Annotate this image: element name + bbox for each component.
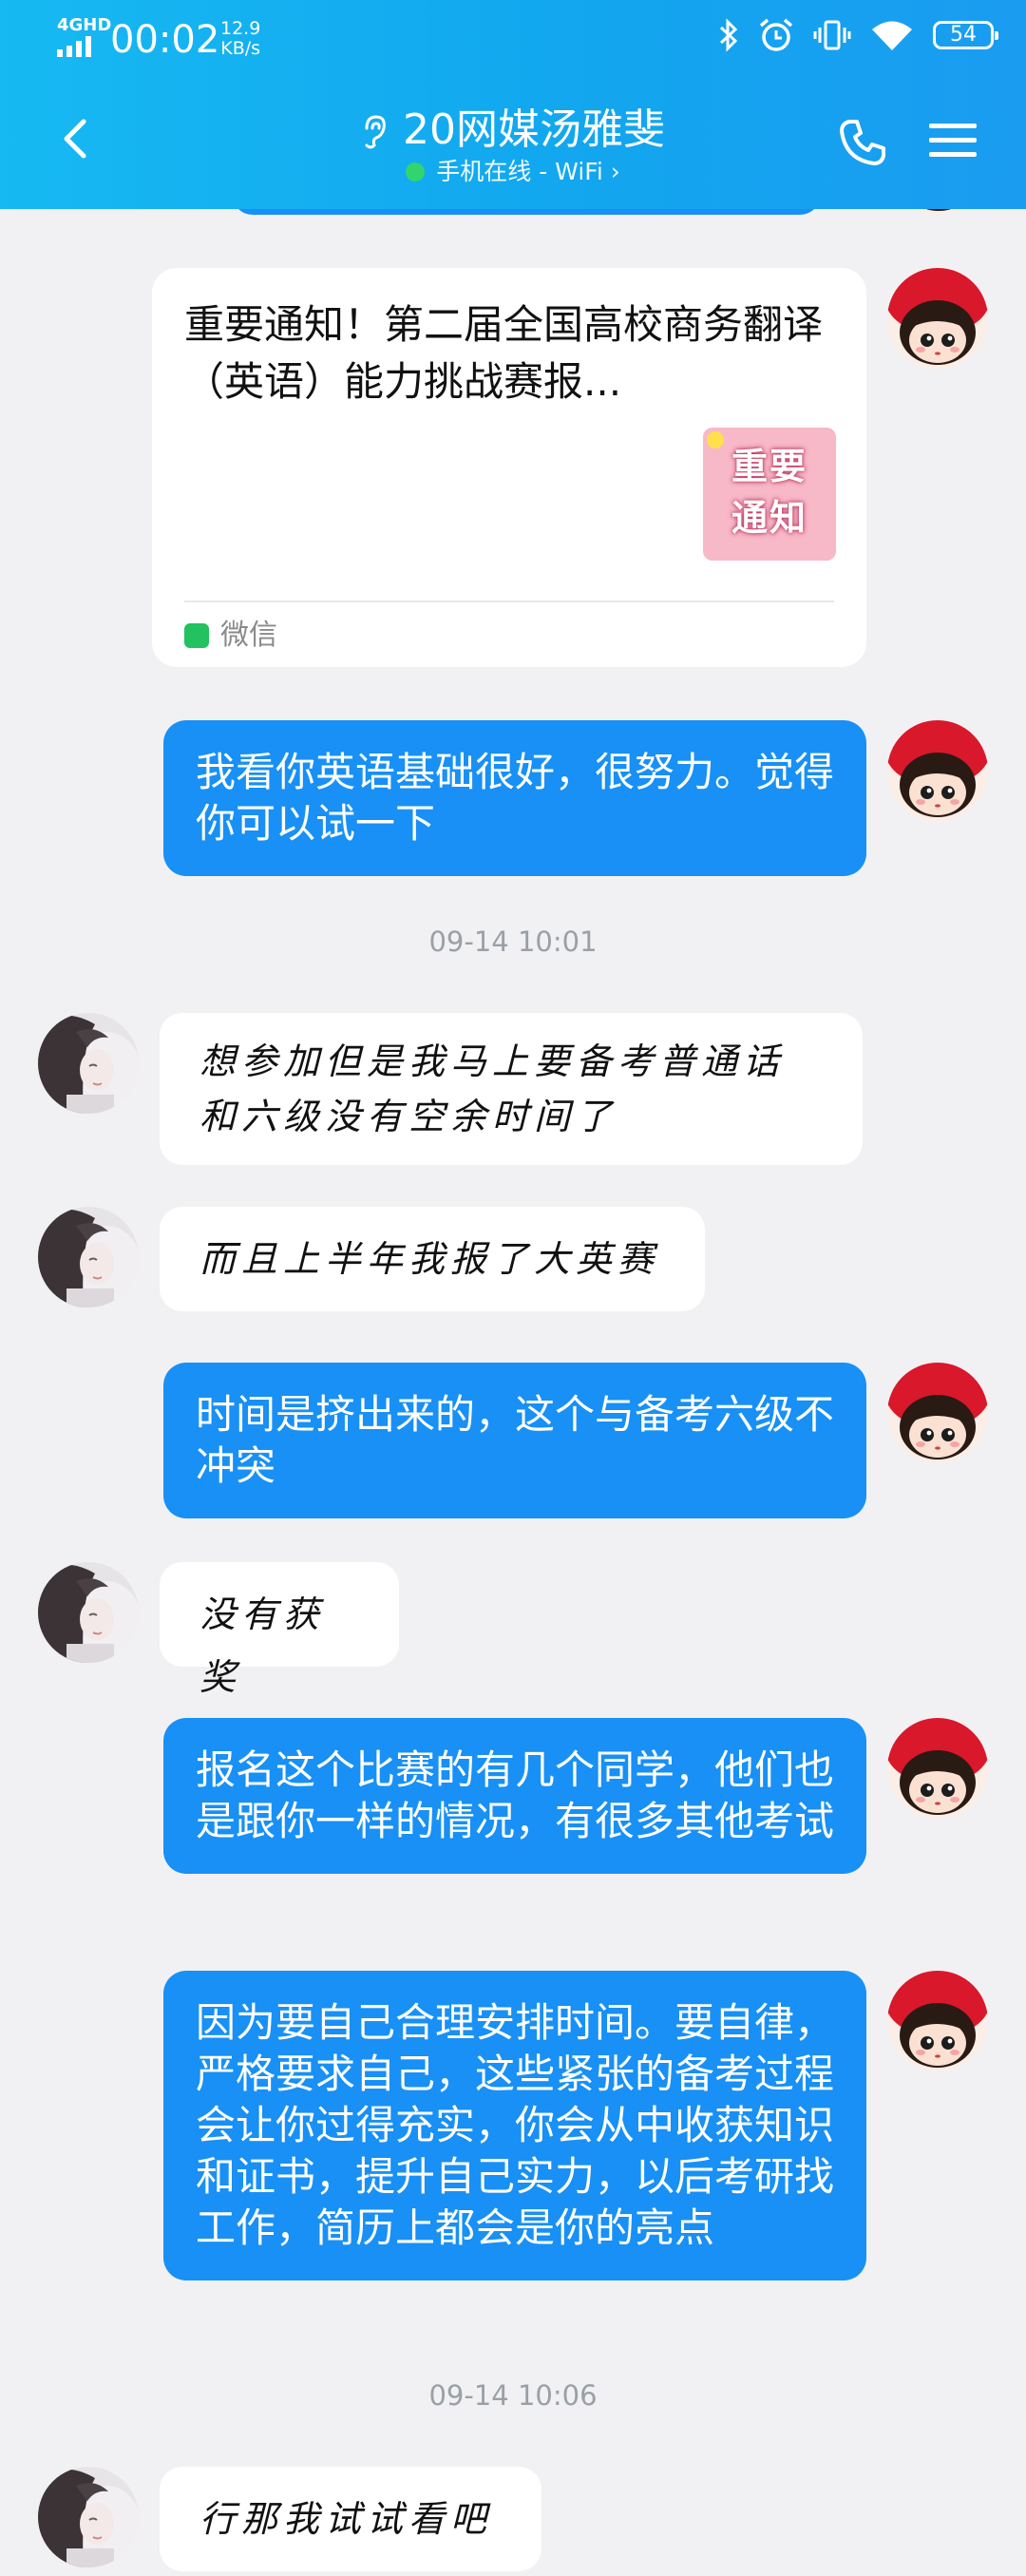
chat-header: 4GHD 00:02 12.9 KB/s 54 20网媒汤雅斐 手机在线 - W… bbox=[0, 0, 1026, 209]
message-bubble-outgoing[interactable]: 时间是挤出来的，这个与备考六级不冲突 bbox=[163, 1363, 866, 1518]
message-row: 我看你英语基础很好，很努力。觉得你可以试一下 bbox=[0, 720, 1026, 876]
message-bubble-outgoing[interactable]: 因为要自己合理安排时间。要自律，严格要求自己，这些紧张的备考过程会让你过得充实，… bbox=[163, 1971, 866, 2280]
message-row: 没有获奖 bbox=[0, 1562, 1026, 1698]
avatar[interactable] bbox=[887, 1971, 988, 2071]
wechat-icon bbox=[184, 623, 209, 648]
message-row: 时间是挤出来的，这个与备考六级不冲突 bbox=[0, 1363, 1026, 1518]
avatar[interactable] bbox=[38, 2467, 139, 2567]
message-row: 想参加但是我马上要备考普通话和六级没有空余时间了 bbox=[0, 1013, 1026, 1165]
bluetooth-icon bbox=[719, 18, 738, 52]
message-row: 重要通知！第二届全国高校商务翻译（英语）能力挑战赛报... 重要通知 微信 bbox=[0, 268, 1026, 671]
chevron-right-icon: › bbox=[610, 158, 620, 185]
message-bubble-incoming[interactable]: 行那我试试看吧 bbox=[160, 2467, 542, 2571]
avatar[interactable] bbox=[38, 1207, 139, 1307]
phone-call-icon[interactable] bbox=[836, 116, 889, 169]
avatar[interactable] bbox=[887, 1718, 988, 1819]
timestamp: 09-14 10:01 bbox=[428, 925, 598, 958]
status-bar: 4GHD 00:02 12.9 KB/s 54 bbox=[0, 0, 1026, 80]
avatar[interactable] bbox=[887, 268, 988, 369]
avatar[interactable] bbox=[38, 1013, 139, 1114]
card-thumbnail: 重要通知 bbox=[703, 428, 836, 561]
shared-article-card[interactable]: 重要通知！第二届全国高校商务翻译（英语）能力挑战赛报... 重要通知 微信 bbox=[152, 268, 866, 667]
wifi-icon bbox=[872, 21, 912, 50]
card-divider bbox=[184, 601, 834, 602]
sun-icon bbox=[707, 431, 724, 448]
avatar[interactable] bbox=[38, 1562, 139, 1663]
card-source: 微信 bbox=[184, 612, 277, 659]
message-row: 而且上半年我报了大英赛 bbox=[0, 1207, 1026, 1311]
message-row: 行那我试试看吧 bbox=[0, 2467, 1026, 2571]
menu-icon[interactable] bbox=[927, 118, 978, 163]
card-title: 重要通知！第二届全国高校商务翻译（英语）能力挑战赛报... bbox=[184, 301, 824, 405]
avatar[interactable] bbox=[887, 1363, 988, 1463]
signal-icon bbox=[57, 36, 91, 57]
message-bubble-incoming[interactable]: 没有获奖 bbox=[160, 1562, 399, 1698]
message-bubble-incoming[interactable]: 而且上半年我报了大英赛 bbox=[160, 1207, 705, 1311]
timestamp: 09-14 10:06 bbox=[428, 2379, 598, 2412]
message-bubble-incoming[interactable]: 想参加但是我马上要备考普通话和六级没有空余时间了 bbox=[160, 1013, 863, 1165]
message-row: 报名这个比赛的有几个同学，他们也是跟你一样的情况，有很多其他考试 bbox=[0, 1718, 1026, 1919]
message-bubble-outgoing[interactable]: 我看你英语基础很好，很努力。觉得你可以试一下 bbox=[163, 720, 866, 876]
status-icons: 54 bbox=[718, 17, 998, 53]
avatar[interactable] bbox=[887, 720, 988, 821]
battery-icon: 54 bbox=[933, 21, 998, 49]
vibrate-icon bbox=[813, 20, 851, 50]
message-bubble-outgoing[interactable]: 报名这个比赛的有几个同学，他们也是跟你一样的情况，有很多其他考试 bbox=[163, 1718, 866, 1874]
message-row: 因为要自己合理安排时间。要自律，严格要求自己，这些紧张的备考过程会让你过得充实，… bbox=[0, 1971, 1026, 2326]
online-dot-icon bbox=[406, 162, 426, 181]
network-type: 4GHD bbox=[57, 15, 112, 35]
nav-bar: 20网媒汤雅斐 手机在线 - WiFi › bbox=[0, 91, 1026, 205]
alarm-icon bbox=[759, 18, 793, 51]
network-speed: 12.9 KB/s bbox=[220, 18, 261, 59]
thumbnail-text: 重要通知 bbox=[731, 446, 808, 539]
status-time: 00:02 bbox=[110, 18, 220, 62]
ear-icon bbox=[365, 115, 386, 149]
